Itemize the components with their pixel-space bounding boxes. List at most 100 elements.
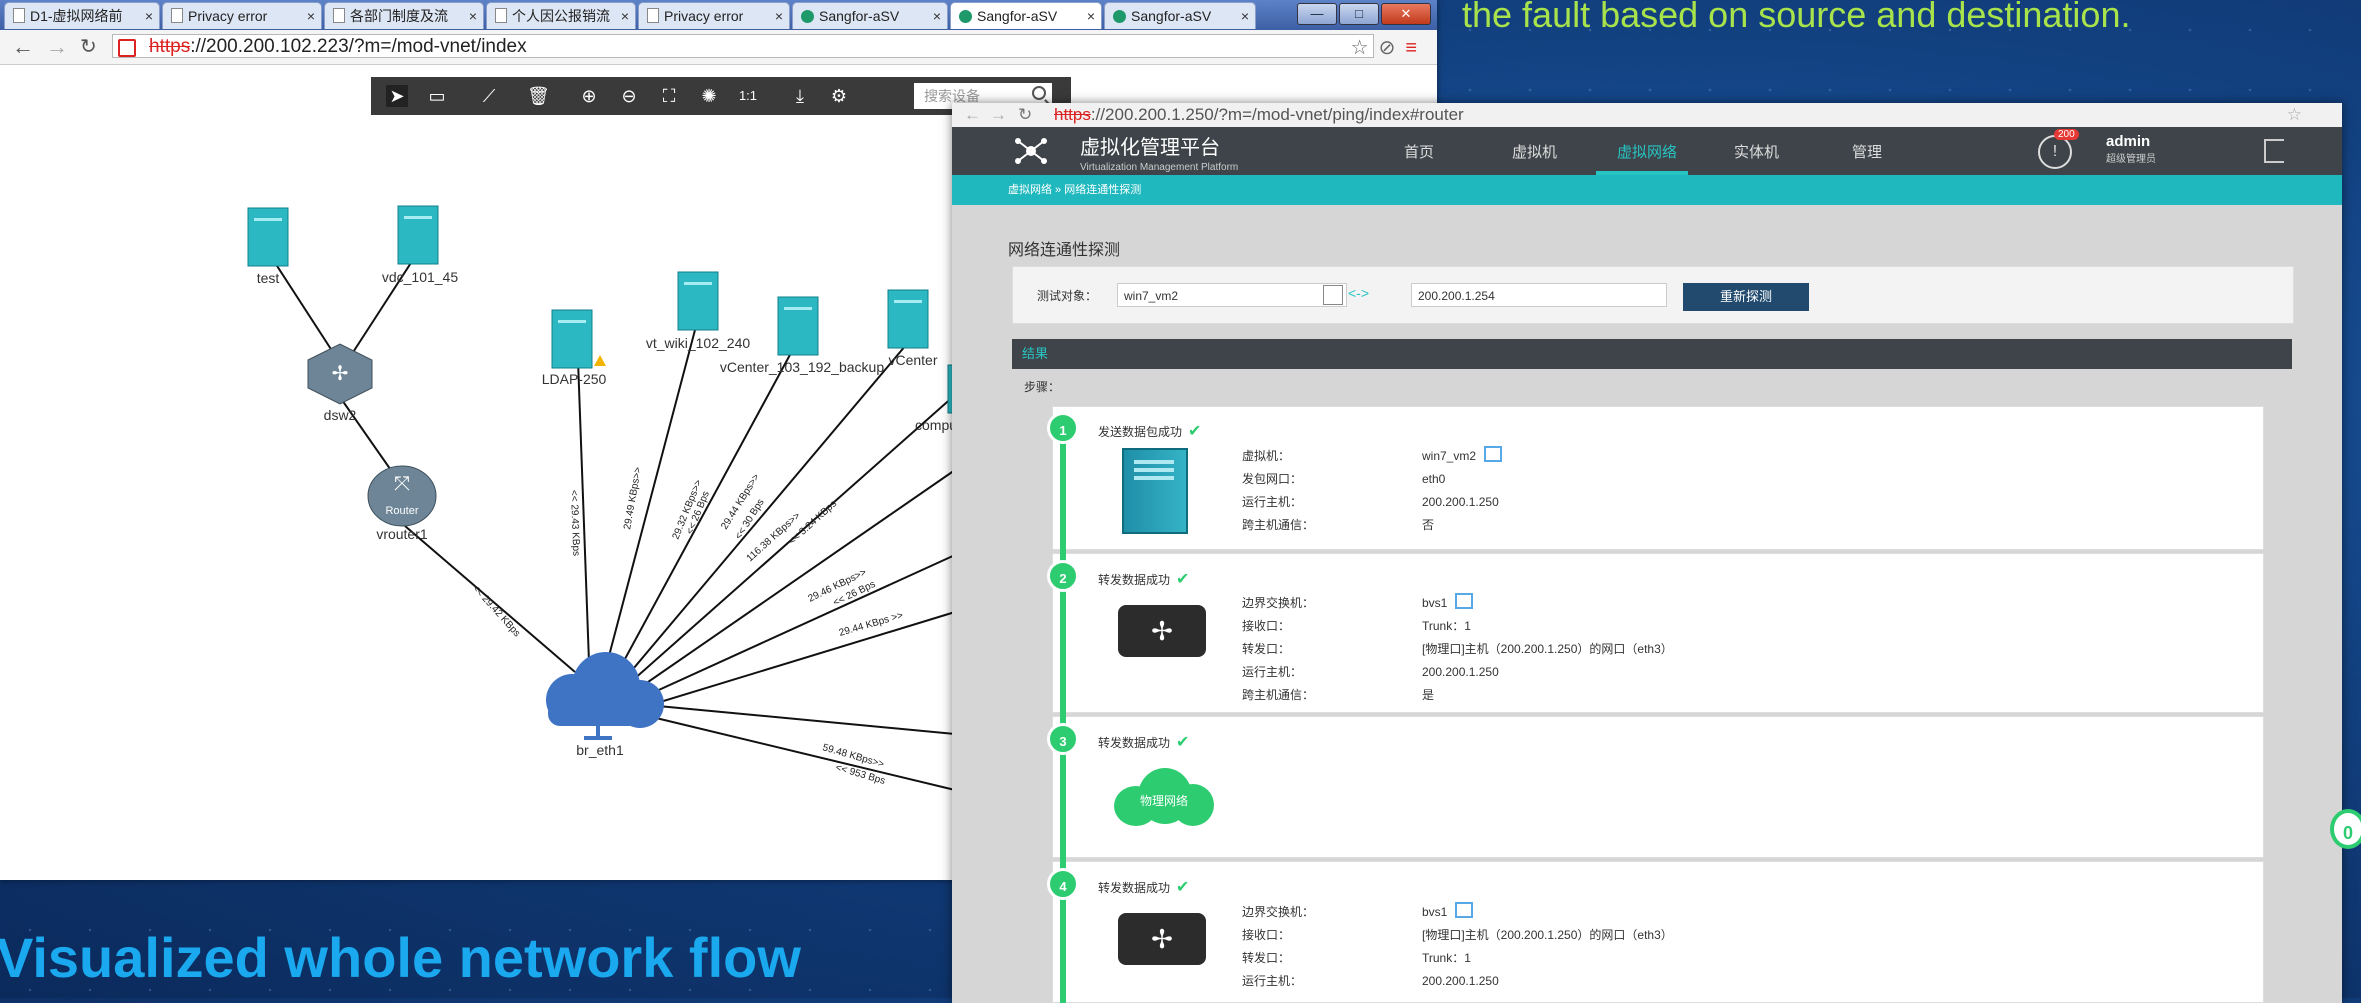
step-title-text: 转发数据成功 (1098, 736, 1171, 750)
nav-vnet[interactable]: 虚拟网络 (1617, 141, 1677, 162)
step-title: 转发数据成功 ✔ (1098, 732, 1189, 752)
step-1-panel (1052, 406, 2264, 550)
user-role: 超级管理员 (2106, 154, 2156, 165)
nav-home[interactable]: 首页 (1404, 141, 1434, 162)
nav-vm[interactable]: 虚拟机 (1512, 141, 1557, 162)
step-title-text: 发送数据包成功 (1098, 425, 1183, 439)
field-key: 运行主机： (1242, 974, 1303, 988)
server-vcenter[interactable]: vCenter (887, 289, 938, 368)
alarm-badge: 200 (2054, 129, 2079, 140)
step-title: 转发数据成功 ✔ (1098, 569, 1189, 589)
step-number: 4 (1047, 868, 1079, 900)
field-value: 200.200.1.250 (1422, 974, 1499, 988)
result-header: 结果 (1012, 339, 2292, 369)
chat-bubble-button[interactable]: 0 (2330, 809, 2361, 849)
brand-title: 虚拟化管理平台 (1080, 137, 1220, 159)
field-key: 接收口： (1242, 619, 1291, 633)
step-number: 3 (1047, 723, 1079, 755)
reload-icon[interactable]: ↻ (1018, 103, 1032, 127)
ping-browser-window: ← → ↻ https://200.200.1.250/?m=/mod-vnet… (952, 103, 2342, 1003)
step-title-text: 转发数据成功 (1098, 881, 1171, 895)
flow-labels: << 29.42 KBps << 29.43 KBps 29.49 KBps>>… (470, 466, 905, 787)
field-key: 跨主机通信： (1242, 518, 1315, 532)
step-number: 2 (1047, 560, 1079, 592)
server-ldap[interactable]: LDAP-250 (542, 309, 607, 387)
field-value-row: bvs1 (1422, 901, 1673, 924)
back-arrow-icon[interactable]: ← (964, 103, 981, 127)
switch-icon: ✢ (1118, 605, 1206, 657)
router-caption: Router (385, 505, 418, 517)
logout-icon[interactable] (2264, 139, 2284, 163)
node-label: vCenter_103_192_backup (720, 359, 884, 375)
node-label: br_eth1 (576, 742, 624, 758)
field-value: 否 (1422, 518, 1435, 532)
router-vrouter1[interactable]: ⤧ Router vrouter1 (367, 465, 437, 542)
step-2-values: bvs1 Trunk：1 [物理口]主机（200.200.1.250）的网口（e… (1422, 592, 1673, 707)
step-number: 1 (1047, 412, 1079, 444)
promo-bottom-text: Visualized whole network flow (0, 926, 801, 989)
check-icon: ✔ (1176, 571, 1190, 588)
field-key: 边界交换机： (1242, 596, 1315, 610)
node-label: compu (915, 417, 957, 433)
field-key: 发包网口： (1242, 472, 1303, 486)
field-value: 200.200.1.250 (1422, 495, 1499, 509)
page-title: 网络连通性探测 (1008, 242, 1121, 259)
select-target-icon[interactable] (1323, 285, 1343, 305)
field-value: [物理口]主机（200.200.1.250）的网口（eth3） (1422, 928, 1673, 942)
cloud-label: 物理网络 (1139, 794, 1188, 808)
alarm-icon[interactable]: ! (2038, 135, 2072, 169)
edit-icon[interactable] (1455, 902, 1474, 918)
field-key: 边界交换机： (1242, 905, 1315, 919)
field-value: eth0 (1422, 472, 1446, 486)
step-title: 发送数据包成功 ✔ (1098, 421, 1201, 441)
node-label: vt_wiki_102_240 (646, 335, 751, 351)
source-input[interactable]: win7_vm2 (1117, 283, 1347, 307)
node-label: test (257, 270, 280, 286)
field-key: 运行主机： (1242, 665, 1303, 679)
reprobe-button[interactable]: 重新探测 (1683, 283, 1809, 311)
field-key: 运行主机： (1242, 495, 1303, 509)
step-1-keys: 虚拟机： 发包网口： 运行主机： 跨主机通信： (1242, 445, 1314, 537)
switch-dsw2[interactable]: ✢ dsw2 (307, 343, 373, 423)
field-value: bvs1 (1422, 596, 1448, 610)
physical-network-cloud-icon: 物理网络 (1114, 768, 1214, 828)
server-vdc[interactable]: vdc_101_45 (382, 205, 459, 285)
field-value-row: win7_vm2 (1422, 445, 1503, 468)
field-value: [物理口]主机（200.200.1.250）的网口（eth3） (1422, 642, 1673, 656)
field-value: Trunk：1 (1422, 619, 1471, 633)
flow-label: 29.49 KBps>> (622, 466, 644, 530)
breadcrumb: 虚拟网络 » 网络连通性探测 (952, 175, 2342, 205)
field-value: 200.200.1.250 (1422, 665, 1499, 679)
flow-label: 29.44 KBps >> (838, 610, 905, 639)
destination-input[interactable]: 200.200.1.254 (1411, 283, 1667, 307)
user-name: admin (2106, 133, 2151, 150)
step-4-values: bvs1 [物理口]主机（200.200.1.250）的网口（eth3） Tru… (1422, 901, 1673, 993)
url-path: ://200.200.1.250/?m=/mod-vnet/ping/index… (1090, 105, 1464, 124)
field-value: win7_vm2 (1422, 449, 1477, 463)
vm-server-icon (1122, 448, 1188, 534)
switch-icon: ✢ (1118, 913, 1206, 965)
nav-host[interactable]: 实体机 (1734, 141, 1779, 162)
step-4-keys: 边界交换机： 接收口： 转发口： 运行主机： (1242, 901, 1314, 993)
check-icon: ✔ (1176, 879, 1190, 896)
star-icon[interactable]: ☆ (2287, 103, 2302, 127)
edit-icon[interactable] (1455, 593, 1474, 609)
url-input[interactable]: https://200.200.1.250/?m=/mod-vnet/ping/… (1054, 103, 1464, 127)
user-menu[interactable]: admin 超级管理员 (2106, 133, 2156, 165)
forward-arrow-icon[interactable]: → (990, 103, 1007, 127)
node-label: vrouter1 (376, 526, 428, 542)
field-value-row: bvs1 (1422, 592, 1673, 615)
target-label: 测试对象： (1037, 289, 1098, 303)
steps-label: 步骤： (1024, 380, 1061, 394)
field-key: 转发口： (1242, 951, 1291, 965)
field-value: bvs1 (1422, 905, 1448, 919)
platform-logo-icon (1015, 138, 1047, 164)
brand-subtitle: Virtualization Management Platform (1080, 162, 1239, 173)
flow-label: << 29.42 KBps (470, 583, 522, 640)
edit-icon[interactable] (1484, 446, 1503, 462)
promo-top-text: the fault based on source and destinatio… (1462, 0, 2131, 35)
nav-manage[interactable]: 管理 (1852, 141, 1882, 162)
field-key: 虚拟机： (1242, 449, 1291, 463)
step-1-values: win7_vm2 eth0 200.200.1.250 否 (1422, 445, 1503, 537)
server-vt-wiki[interactable]: vt_wiki_102_240 (646, 271, 751, 351)
